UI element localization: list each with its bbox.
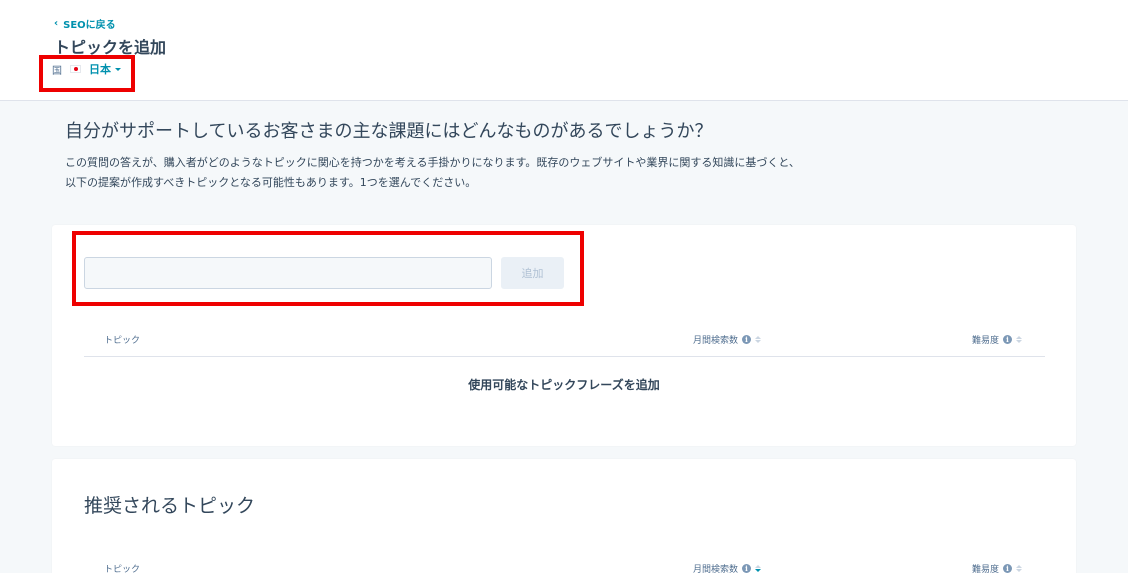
highlight-annotation-country	[39, 55, 135, 92]
info-icon[interactable]: i	[742, 335, 752, 344]
column-header-topic[interactable]: トピック	[104, 333, 140, 346]
page-header: ‹ SEOに戻る トピックを追加 国 日本	[0, 0, 1128, 101]
rec-column-header-difficulty[interactable]: 難易度 i	[972, 562, 1023, 573]
sort-descending-icon[interactable]	[755, 565, 762, 572]
sort-icon[interactable]	[1016, 565, 1023, 572]
info-icon[interactable]: i	[1003, 564, 1013, 573]
back-link-label: SEOに戻る	[63, 20, 116, 31]
recommended-topics-title: 推奨されるトピック	[84, 495, 256, 517]
column-header-monthly-searches[interactable]: 月間検索数 i	[693, 333, 762, 346]
info-icon[interactable]: i	[742, 564, 752, 573]
column-header-difficulty[interactable]: 難易度 i	[972, 333, 1023, 346]
rec-column-header-monthly-searches[interactable]: 月間検索数 i	[693, 562, 762, 573]
chevron-left-icon: ‹	[54, 18, 59, 29]
highlight-annotation-input	[72, 231, 584, 306]
empty-table-message: 使用可能なトピックフレーズを追加	[468, 378, 660, 392]
sort-icon[interactable]	[1016, 336, 1023, 343]
back-to-seo-link[interactable]: ‹ SEOに戻る	[54, 16, 116, 31]
sort-icon[interactable]	[755, 336, 762, 343]
info-icon[interactable]: i	[1003, 335, 1013, 344]
intro-question: 自分がサポートしているお客さまの主な課題にはどんなものがあるでしょうか？	[65, 121, 713, 142]
intro-description: この質問の答えが、購入者がどのようなトピックに関心を持つかを考える手掛かりになり…	[65, 156, 800, 189]
rec-column-header-topic[interactable]: トピック	[104, 562, 140, 573]
table-header-divider	[84, 356, 1045, 357]
